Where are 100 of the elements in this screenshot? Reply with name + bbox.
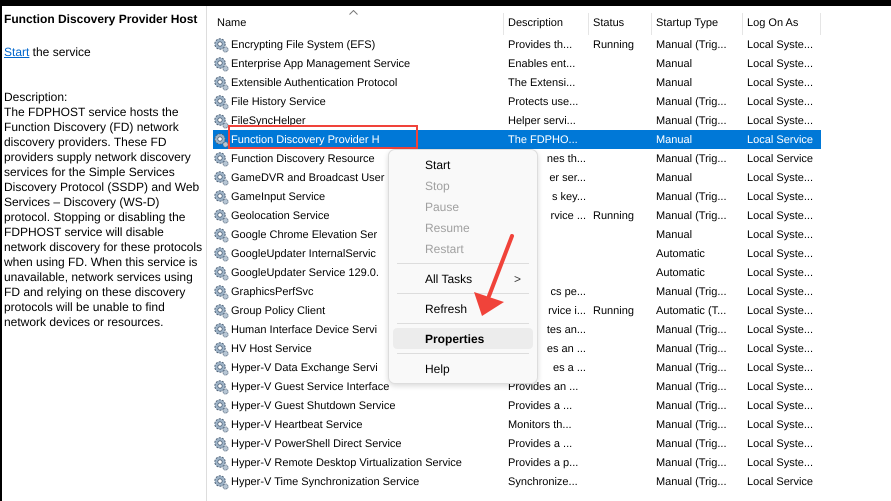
gear-icon xyxy=(213,360,229,376)
menu-item[interactable]: All Tasks > xyxy=(393,268,533,289)
gear-icon xyxy=(213,474,229,490)
service-name: HV Host Service xyxy=(231,342,312,354)
service-name: Hyper-V Guest Service Interface xyxy=(231,380,390,392)
table-cell: Manual (Trig... xyxy=(656,324,727,336)
table-cell: Automatic (T... xyxy=(656,304,726,316)
gear-icon xyxy=(213,454,229,470)
table-cell: Provides a ... xyxy=(508,400,572,412)
table-cell: Running xyxy=(593,38,634,50)
table-cell: Provides a ... xyxy=(508,438,572,450)
table-cell: Automatic xyxy=(656,248,705,260)
column-header[interactable]: Startup Type xyxy=(652,13,743,35)
menu-item[interactable]: Start xyxy=(393,154,533,175)
service-name: GraphicsPerfSvc xyxy=(231,286,314,298)
service-name: Hyper-V Remote Desktop Virtualization Service xyxy=(231,456,462,468)
service-name: Encrypting File System (EFS) xyxy=(231,38,376,50)
table-cell: Local Syste... xyxy=(747,96,814,108)
gear-icon xyxy=(213,264,229,280)
table-cell: Manual xyxy=(656,58,692,70)
gear-icon xyxy=(213,36,229,52)
gear-icon xyxy=(213,322,229,338)
table-cell: Local Syste... xyxy=(747,228,814,240)
gear-icon xyxy=(213,284,229,300)
gear-icon xyxy=(213,302,229,318)
gear-icon xyxy=(213,208,229,224)
table-cell: es an ... xyxy=(546,342,586,354)
menu-item[interactable]: Refresh xyxy=(393,298,533,319)
table-cell: Manual (Trig... xyxy=(656,438,727,450)
table-cell: Manual xyxy=(656,172,692,184)
table-cell: Local Syste... xyxy=(747,342,814,354)
table-cell: Local Syste... xyxy=(747,400,814,412)
service-name: Human Interface Device Servi xyxy=(231,324,378,336)
table-cell: Manual (Trig... xyxy=(656,190,727,202)
table-cell: Manual (Trig... xyxy=(656,286,727,298)
service-title: Function Discovery Provider Host xyxy=(4,12,198,27)
table-cell: Local Syste... xyxy=(747,172,814,184)
description-label: Description: xyxy=(4,90,68,105)
table-cell: Local Syste... xyxy=(747,324,814,336)
table-cell: Local Syste... xyxy=(747,286,814,298)
service-name: File History Service xyxy=(231,96,326,108)
table-cell: rvice ... xyxy=(550,210,586,222)
description-text: The FDPHOST service hosts the Function Discovery (FD) network discovery providers. These FD providers supply network discovery services for the Simple Services Discovery Protocol (SSDP) and Web Services – Discovery (WS-D) protocol. Stopping or disabling the FDPHOST service will disable network discovery for these protocols when using FD. When this service is unavailable, network services using FD and relying on these discovery protocols will be unable to find network devices or resources. xyxy=(4,105,204,330)
table-cell: Local Syste... xyxy=(747,38,814,50)
gear-icon xyxy=(213,378,229,394)
menu-item[interactable]: Properties xyxy=(393,328,533,349)
column-header[interactable]: Description xyxy=(504,13,589,35)
gear-icon xyxy=(213,436,229,452)
table-cell: Local Syste... xyxy=(747,210,814,222)
table-cell: Running xyxy=(593,304,634,316)
gear-icon xyxy=(213,56,229,72)
table-cell: tes an... xyxy=(546,324,586,336)
gear-icon xyxy=(213,150,229,166)
table-cell: Manual (Trig... xyxy=(656,362,727,374)
table-cell: Local Service xyxy=(747,134,814,146)
column-header[interactable]: Status xyxy=(589,13,652,35)
table-cell: Local Syste... xyxy=(747,58,814,70)
table-cell: er ser... xyxy=(549,172,586,184)
gear-icon xyxy=(213,170,229,186)
gear-icon xyxy=(213,94,229,110)
table-cell: nes th... xyxy=(546,152,586,164)
service-name: Google Chrome Elevation Ser xyxy=(231,228,378,240)
service-name: Geolocation Service xyxy=(231,210,330,222)
table-cell: Manual (Trig... xyxy=(656,38,727,50)
action-text: the service xyxy=(32,45,91,59)
service-name: Enterprise App Management Service xyxy=(231,58,410,70)
service-name: GameDVR and Broadcast User xyxy=(231,172,384,184)
service-name: GameInput Service xyxy=(231,190,326,202)
gear-icon xyxy=(213,74,229,90)
menu-item[interactable]: Help xyxy=(393,358,533,379)
gear-icon xyxy=(213,398,229,414)
service-name: Hyper-V Data Exchange Servi xyxy=(231,362,378,374)
table-cell: Local Syste... xyxy=(747,456,814,468)
start-link[interactable]: Start xyxy=(4,45,30,59)
service-name: Extensible Authentication Protocol xyxy=(231,76,398,88)
table-cell: Local Service xyxy=(747,152,814,164)
table-cell: Manual (Trig... xyxy=(656,476,727,488)
table-cell: Manual (Trig... xyxy=(656,342,727,354)
table-cell: Local Syste... xyxy=(747,114,814,126)
column-header[interactable]: Log On As xyxy=(743,13,821,35)
table-cell: Local Syste... xyxy=(747,304,814,316)
table-cell: Manual (Trig... xyxy=(656,380,727,392)
table-cell: Local Syste... xyxy=(747,248,814,260)
table-cell: Running xyxy=(593,210,634,222)
gear-icon xyxy=(213,340,229,356)
table-cell: Local Syste... xyxy=(747,418,814,430)
table-cell: Manual (Trig... xyxy=(656,96,727,108)
table-cell: Helper servi... xyxy=(508,114,576,126)
service-name: Hyper-V Heartbeat Service xyxy=(231,418,362,430)
table-cell: The Extensi... xyxy=(508,76,576,88)
table-cell: Automatic xyxy=(656,266,705,278)
column-header[interactable]: Name xyxy=(213,13,504,35)
table-cell: Enables ent... xyxy=(508,58,576,70)
gear-icon xyxy=(213,246,229,262)
table-cell: Synchronize... xyxy=(508,476,578,488)
service-name: Group Policy Client xyxy=(231,304,326,316)
service-name: FileSyncHelper xyxy=(231,114,306,126)
table-cell: Manual xyxy=(656,76,692,88)
gear-icon xyxy=(213,112,229,128)
table-cell: Local Syste... xyxy=(747,380,814,392)
